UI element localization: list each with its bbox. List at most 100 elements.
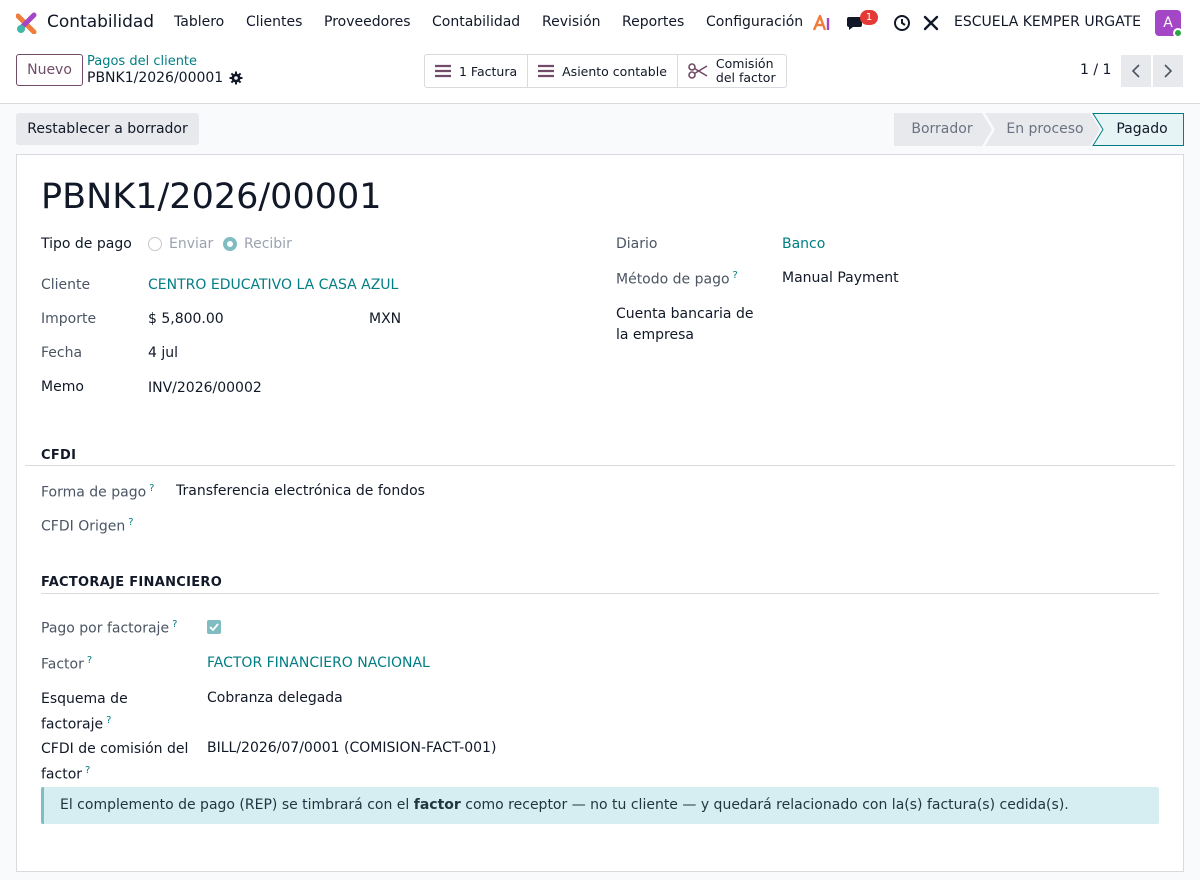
- factoring-scheme-label: Esquema de factoraje?: [41, 689, 128, 736]
- company-bank-account-label: Cuenta bancaria de la empresa: [616, 304, 753, 346]
- page-title: PBNK1/2026/00001: [41, 177, 382, 217]
- factoring-scheme-label-line2-text: factoraje: [41, 716, 104, 733]
- help-icon[interactable]: ?: [106, 715, 111, 726]
- rep-info-alert: El complemento de pago (REP) se timbrará…: [41, 787, 1159, 824]
- help-icon[interactable]: ?: [85, 765, 90, 776]
- company-bank-account-label-line2: la empresa: [616, 327, 694, 343]
- menu-item-tablero[interactable]: Tablero: [174, 14, 224, 30]
- help-icon[interactable]: ?: [733, 270, 738, 281]
- cfdi-origin-field[interactable]: [176, 517, 476, 537]
- help-icon[interactable]: ?: [149, 483, 154, 494]
- ai-icon[interactable]: [812, 13, 832, 33]
- factoring-scheme-label-line1: Esquema de: [41, 691, 128, 707]
- company-bank-account-label-line1: Cuenta bancaria de: [616, 306, 754, 322]
- radio-receive[interactable]: [223, 237, 237, 251]
- menu-item-clientes[interactable]: Clientes: [246, 14, 302, 30]
- amount-label: Importe: [41, 311, 97, 327]
- factor-label-text: Factor: [41, 656, 84, 673]
- journal-label: Diario: [616, 236, 658, 252]
- fee-cfdi-label: CFDI de comisión del factor?: [41, 739, 188, 786]
- online-status-dot: [1173, 28, 1183, 38]
- help-icon[interactable]: ?: [87, 655, 92, 666]
- company-bank-account-field[interactable]: [782, 304, 1082, 324]
- pager-value[interactable]: 1 / 1: [1080, 62, 1111, 78]
- cfdi-origin-label: CFDI Origen?: [41, 517, 134, 535]
- payment-method-label: Método de pago?: [616, 270, 738, 288]
- breadcrumb-parent[interactable]: Pagos del cliente: [87, 54, 197, 69]
- date-label: Fecha: [41, 345, 83, 361]
- company-switcher[interactable]: ESCUELA KEMPER URGATE: [954, 14, 1141, 30]
- menu-item-configuracion[interactable]: Configuración: [706, 14, 803, 30]
- control-panel: Nuevo Pagos del cliente PBNK1/2026/00001…: [0, 46, 1200, 104]
- customer-field[interactable]: CENTRO EDUCATIVO LA CASA AZUL: [148, 277, 398, 293]
- gear-icon[interactable]: [229, 71, 243, 85]
- menu-item-proveedores[interactable]: Proveedores: [324, 14, 411, 30]
- journal-entry-smart-label: Asiento contable: [562, 63, 667, 79]
- radio-send-label[interactable]: Enviar: [169, 236, 213, 252]
- check-icon: [209, 623, 219, 631]
- alert-text-before: El complemento de pago (REP) se timbrará…: [60, 797, 410, 813]
- menu-item-contabilidad[interactable]: Contabilidad: [432, 14, 520, 30]
- pager-previous-button[interactable]: [1121, 55, 1151, 87]
- date-field[interactable]: 4 jul: [148, 345, 178, 361]
- factor-fee-smart-button[interactable]: Comisión del factor: [678, 55, 786, 87]
- currency-field[interactable]: MXN: [369, 311, 401, 327]
- menu-item-reportes[interactable]: Reportes: [622, 14, 684, 30]
- stage-in-process[interactable]: En proceso: [994, 113, 1096, 146]
- stage-paid[interactable]: Pagado: [1100, 113, 1184, 146]
- chevron-left-icon: [1131, 64, 1140, 78]
- factoring-scheme-field[interactable]: Cobranza delegada: [207, 690, 343, 706]
- smart-buttons: 1 Factura Asiento contable Comisión del …: [424, 54, 787, 88]
- payment-form-label-text: Forma de pago: [41, 484, 147, 501]
- is-factoring-label-text: Pago por factoraje: [41, 620, 170, 637]
- memo-label: Memo: [41, 379, 84, 395]
- payment-type-label: Tipo de pago: [41, 236, 132, 252]
- new-button[interactable]: Nuevo: [16, 54, 83, 86]
- factoring-section-title: FACTORAJE FINANCIERO: [41, 575, 223, 590]
- payment-form-label: Forma de pago?: [41, 483, 154, 501]
- invoices-smart-button[interactable]: 1 Factura: [425, 55, 529, 87]
- status-bar: Borrador En proceso Pagado: [894, 113, 1184, 146]
- radio-send[interactable]: [148, 237, 162, 251]
- factoring-section-divider: [41, 593, 1159, 594]
- clock-icon[interactable]: [892, 13, 912, 33]
- scissors-icon: [688, 63, 708, 79]
- menu-item-revision[interactable]: Revisión: [542, 14, 601, 30]
- messages-badge: 1: [860, 10, 878, 25]
- is-factoring-checkbox[interactable]: [207, 620, 221, 634]
- fee-cfdi-label-line1: CFDI de comisión del: [41, 741, 189, 757]
- help-icon[interactable]: ?: [172, 619, 177, 630]
- customer-label: Cliente: [41, 277, 91, 293]
- invoices-smart-label: 1 Factura: [459, 63, 518, 79]
- fee-cfdi-field[interactable]: BILL/2026/07/0001 (COMISION-FACT-001): [207, 740, 496, 756]
- list-icon: [538, 64, 555, 78]
- alert-text-after: como receptor — no tu cliente — y quedar…: [465, 797, 1069, 813]
- reset-to-draft-button[interactable]: Restablecer a borrador: [16, 113, 199, 145]
- cfdi-section-divider: [25, 465, 1175, 466]
- memo-field[interactable]: INV/2026/00002: [148, 380, 262, 396]
- app-logo-icon[interactable]: [16, 12, 38, 34]
- payment-method-field[interactable]: Manual Payment: [782, 270, 899, 286]
- chevron-right-icon: [1164, 64, 1173, 78]
- tools-icon[interactable]: [921, 13, 941, 33]
- fee-cfdi-label-line2-text: factor: [41, 766, 83, 783]
- cfdi-section-title: CFDI: [41, 448, 77, 463]
- stage-draft[interactable]: Borrador: [894, 113, 990, 146]
- journal-entry-smart-button[interactable]: Asiento contable: [528, 55, 678, 87]
- factor-fee-label-line2: del factor: [715, 70, 776, 85]
- pager-next-button[interactable]: [1153, 55, 1183, 87]
- amount-field[interactable]: $ 5,800.00: [148, 311, 224, 327]
- journal-field[interactable]: Banco: [782, 236, 825, 252]
- payment-form-field[interactable]: Transferencia electrónica de fondos: [176, 483, 425, 499]
- top-navbar: Contabilidad Tablero Clientes Proveedore…: [0, 0, 1200, 46]
- help-icon[interactable]: ?: [128, 517, 133, 528]
- fee-cfdi-label-line2: factor?: [41, 760, 188, 786]
- radio-receive-label[interactable]: Recibir: [244, 236, 292, 252]
- factor-field[interactable]: FACTOR FINANCIERO NACIONAL: [207, 655, 430, 671]
- factor-label: Factor?: [41, 655, 92, 673]
- app-name[interactable]: Contabilidad: [47, 12, 154, 32]
- factoring-scheme-label-line2: factoraje?: [41, 710, 128, 736]
- form-sheet: [16, 154, 1184, 872]
- alert-text-bold: factor: [413, 797, 461, 813]
- payment-method-label-text: Método de pago: [616, 271, 730, 288]
